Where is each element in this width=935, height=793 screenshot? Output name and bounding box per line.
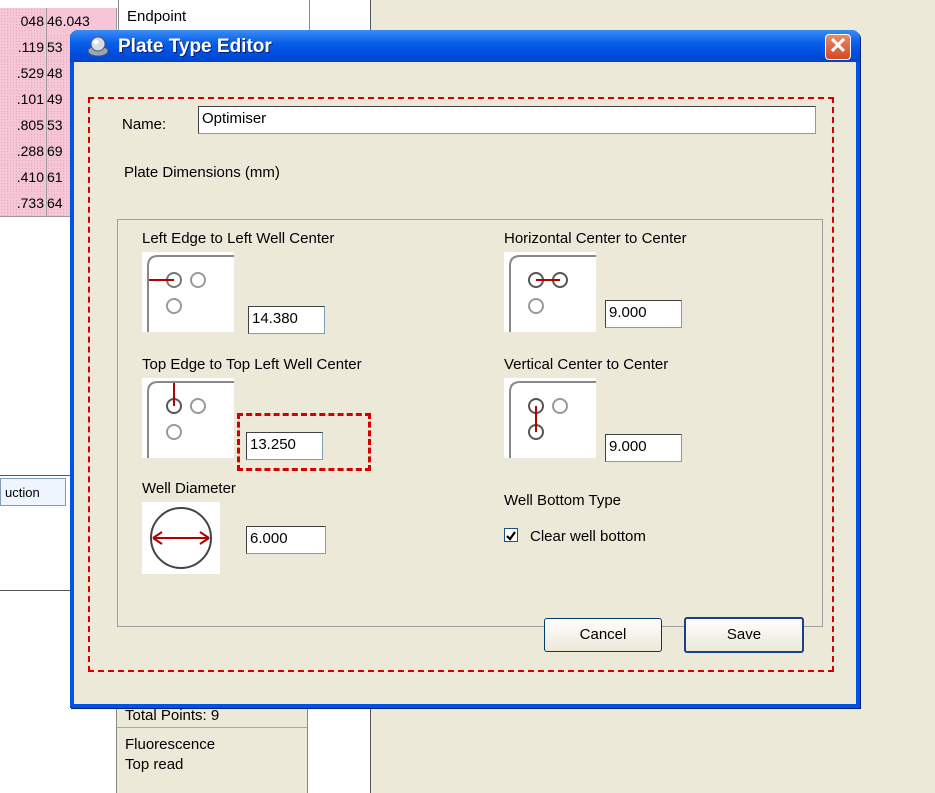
plate-type-editor-dialog: Plate Type Editor ✕ Name: Optimiser Plat…: [70, 30, 860, 708]
read-mode-line1: Fluorescence: [125, 736, 216, 753]
endpoint-label: Endpoint: [127, 8, 187, 25]
plate-icon: [86, 35, 110, 57]
top-edge-diagram-icon: [142, 378, 234, 458]
grid-cell: .529: [0, 60, 47, 87]
horizontal-input[interactable]: 9.000: [605, 300, 682, 328]
well-diameter-diagram-icon: [142, 502, 220, 574]
grid-cell: .410: [0, 164, 47, 191]
grid-cell: .733: [0, 190, 47, 217]
grid-cell: 69: [47, 138, 71, 165]
grid-cell: 53: [47, 34, 71, 61]
plate-dimensions-title: Plate Dimensions (mm): [124, 164, 280, 181]
vertical-diagram-icon: [504, 378, 596, 458]
clear-well-bottom-checkbox[interactable]: [504, 528, 518, 542]
grid-cell: 048: [0, 8, 47, 35]
name-label: Name:: [122, 116, 167, 133]
grid-cell: 64: [47, 190, 71, 217]
grid-cell: .805: [0, 112, 47, 139]
save-button[interactable]: Save: [684, 617, 804, 653]
left-edge-diagram-icon: [142, 252, 234, 332]
vertical-label: Vertical Center to Center: [504, 356, 669, 373]
grid-cell: 49: [47, 86, 71, 113]
horizontal-label: Horizontal Center to Center: [504, 230, 687, 247]
clear-well-bottom-label[interactable]: Clear well bottom: [530, 528, 646, 545]
grid-cell: 61: [47, 164, 71, 191]
horizontal-diagram-icon: [504, 252, 596, 332]
vertical-input[interactable]: 9.000: [605, 434, 682, 462]
dialog-title: Plate Type Editor: [118, 36, 272, 57]
top-edge-label: Top Edge to Top Left Well Center: [142, 356, 362, 373]
name-field[interactable]: Optimiser: [198, 106, 816, 134]
close-button[interactable]: ✕: [825, 34, 851, 60]
grid-cell: .288: [0, 138, 47, 165]
background-separator: [0, 590, 75, 591]
close-icon: ✕: [828, 33, 848, 58]
cancel-button[interactable]: Cancel: [544, 618, 662, 652]
left-edge-label: Left Edge to Left Well Center: [142, 230, 335, 247]
checkmark-icon: [506, 531, 516, 541]
grid-cell: .119: [0, 34, 47, 61]
status-panel: Total Points: 9 Fluorescence Top read: [116, 700, 308, 793]
well-bottom-type-label: Well Bottom Type: [504, 492, 621, 509]
grid-cell: 53: [47, 112, 71, 139]
grid-cell: .101: [0, 86, 47, 113]
read-mode-line2: Top read: [125, 756, 184, 773]
well-diameter-input[interactable]: 6.000: [246, 526, 326, 554]
grid-cell: 48: [47, 60, 71, 87]
well-diameter-label: Well Diameter: [142, 480, 236, 497]
dialog-titlebar[interactable]: Plate Type Editor ✕: [70, 30, 860, 62]
left-edge-input[interactable]: 14.380: [248, 306, 325, 334]
top-edge-input[interactable]: 13.250: [246, 432, 323, 460]
dialog-client: Name: Optimiser Plate Dimensions (mm) Le…: [74, 62, 856, 704]
instruction-tab[interactable]: uction: [0, 478, 66, 506]
